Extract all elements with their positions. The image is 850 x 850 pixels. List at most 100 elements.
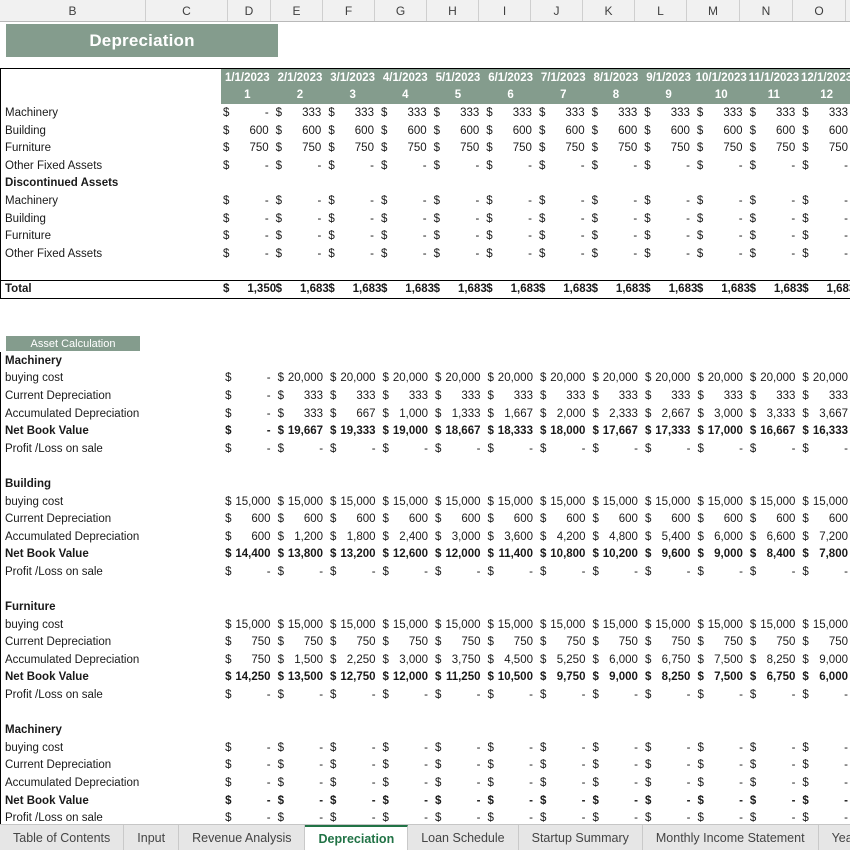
currency-symbol: $: [379, 192, 405, 210]
cell-value: -: [405, 157, 431, 175]
currency-symbol: [328, 352, 337, 370]
currency-symbol: $: [486, 546, 495, 564]
asset-block-title: Machinery: [1, 721, 850, 739]
cell-value: -: [495, 686, 538, 704]
currency-symbol: [800, 352, 809, 370]
currency-symbol: $: [590, 616, 599, 634]
cell-value: [232, 721, 275, 739]
currency-symbol: $: [643, 370, 652, 388]
cell-value: 12,600: [390, 546, 433, 564]
currency-symbol: $: [537, 245, 563, 263]
sheet-tab-yearly-pnl[interactable]: Yearly PnL: [819, 825, 850, 850]
currency-symbol: $: [486, 510, 495, 528]
currency-symbol: $: [695, 422, 704, 440]
currency-symbol: $: [695, 440, 704, 458]
cell-value: [827, 175, 850, 193]
cell-value: -: [300, 227, 326, 245]
cell-value: 20,000: [285, 370, 328, 388]
cell-value: 11,250: [442, 669, 485, 687]
currency-symbol: $: [326, 227, 352, 245]
currency-symbol: [590, 175, 616, 193]
cell-value: 600: [353, 122, 379, 140]
sheet-tab-table-of-contents[interactable]: Table of Contents: [0, 825, 124, 850]
cell-value: 3,750: [442, 651, 485, 669]
cell-value: -: [809, 792, 850, 810]
currency-symbol: [538, 598, 547, 616]
cell-value: 1,200: [285, 528, 328, 546]
currency-symbol: $: [538, 634, 547, 652]
cell-value: [757, 598, 800, 616]
column-header-h[interactable]: H: [427, 0, 479, 21]
cell-value: -: [547, 563, 590, 581]
column-header-f[interactable]: F: [323, 0, 375, 21]
column-header-g[interactable]: G: [375, 0, 427, 21]
column-header-c[interactable]: C: [146, 0, 228, 21]
cell-value: 600: [405, 122, 431, 140]
currency-symbol: $: [486, 616, 495, 634]
column-header-n[interactable]: N: [740, 0, 793, 21]
currency-symbol: [381, 721, 390, 739]
column-header-i[interactable]: I: [479, 0, 531, 21]
row-label: Profit /Loss on sale: [1, 563, 223, 581]
currency-symbol: $: [381, 370, 390, 388]
currency-symbol: $: [643, 686, 652, 704]
cell-value: 333: [300, 104, 326, 122]
cell-value: 15,000: [442, 493, 485, 511]
sheet-tab-input[interactable]: Input: [124, 825, 179, 850]
sheet-tab-depreciation[interactable]: Depreciation: [305, 825, 408, 850]
cell-value: -: [442, 792, 485, 810]
cell-value: 600: [300, 122, 326, 140]
currency-symbol: $: [748, 616, 757, 634]
sheet-tab-revenue-analysis[interactable]: Revenue Analysis: [179, 825, 305, 850]
column-header-d[interactable]: D: [228, 0, 271, 21]
cell-value: 600: [809, 510, 850, 528]
cell-value: 18,667: [442, 422, 485, 440]
cell-value: -: [705, 792, 748, 810]
cell-value: 333: [495, 387, 538, 405]
sheet-tab-bar[interactable]: Table of ContentsInputRevenue AnalysisDe…: [0, 824, 850, 850]
column-header-m[interactable]: M: [687, 0, 740, 21]
currency-symbol: $: [432, 104, 458, 122]
cell-value: [809, 598, 850, 616]
sheet-tab-loan-schedule[interactable]: Loan Schedule: [408, 825, 518, 850]
currency-symbol: $: [432, 210, 458, 228]
currency-symbol: $: [643, 387, 652, 405]
currency-symbol: [328, 598, 337, 616]
cell-value: -: [353, 192, 379, 210]
column-header-e[interactable]: E: [271, 0, 323, 21]
currency-symbol: $: [433, 634, 442, 652]
currency-symbol: $: [695, 634, 704, 652]
cell-value: [232, 475, 275, 493]
currency-symbol: $: [381, 774, 390, 792]
cell-value: 1,683: [669, 280, 695, 298]
cell-value: -: [547, 757, 590, 775]
cell-value: -: [285, 757, 328, 775]
currency-symbol: [748, 175, 774, 193]
asset-row: Accumulated Depreciation$750$1,500$2,250…: [1, 651, 850, 669]
column-header-j[interactable]: J: [531, 0, 583, 21]
currency-symbol: $: [276, 669, 285, 687]
row-label: Machinery: [1, 721, 223, 739]
asset-row: buying cost$15,000$15,000$15,000$15,000$…: [1, 616, 850, 634]
cell-value: 600: [495, 510, 538, 528]
cell-value: -: [705, 757, 748, 775]
sheet-tab-monthly-income-statement[interactable]: Monthly Income Statement: [643, 825, 819, 850]
column-header-l[interactable]: L: [635, 0, 687, 21]
cell-value: 1,683: [827, 280, 850, 298]
cell-value: 20,000: [390, 370, 433, 388]
column-header-o[interactable]: O: [793, 0, 846, 21]
cell-value: 15,000: [600, 493, 643, 511]
currency-symbol: $: [748, 792, 757, 810]
row-label: Other Fixed Assets: [1, 245, 221, 263]
currency-symbol: $: [590, 686, 599, 704]
cell-value: -: [669, 157, 695, 175]
currency-symbol: [538, 475, 547, 493]
column-header-k[interactable]: K: [583, 0, 635, 21]
currency-symbol: [643, 352, 652, 370]
currency-symbol: $: [433, 563, 442, 581]
cell-value: -: [600, 563, 643, 581]
currency-symbol: $: [590, 669, 599, 687]
sheet-tab-startup-summary[interactable]: Startup Summary: [519, 825, 643, 850]
cell-value: -: [721, 192, 747, 210]
column-header-b[interactable]: B: [0, 0, 146, 21]
